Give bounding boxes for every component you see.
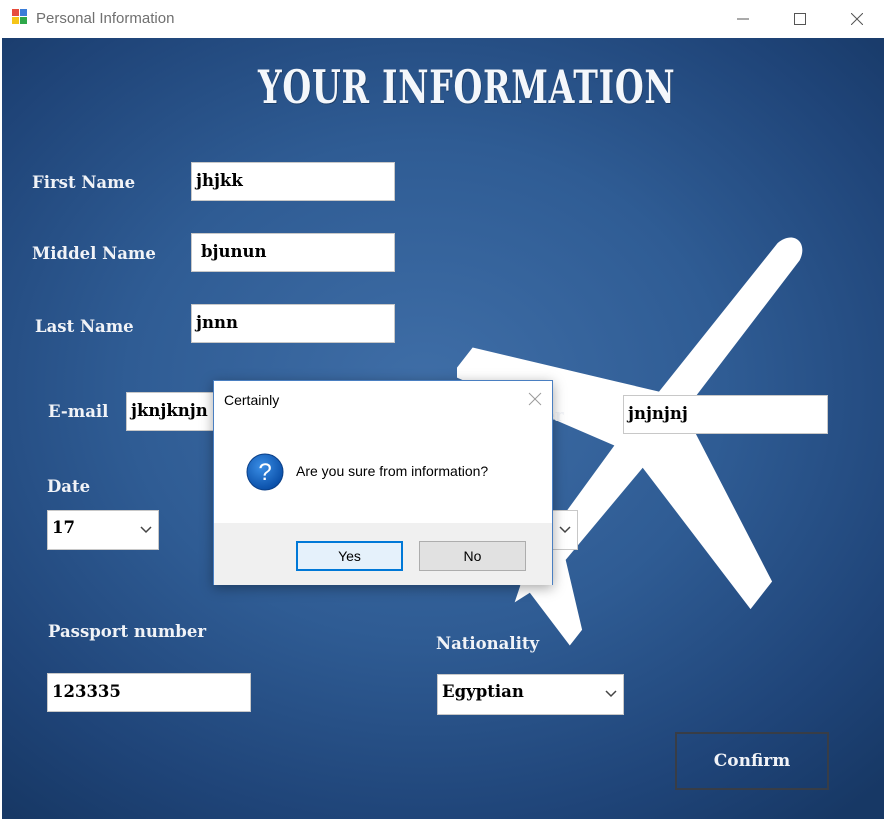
middle-name-input[interactable]: bjunun bbox=[191, 233, 395, 272]
nationality-value: Egyptian bbox=[442, 682, 524, 701]
nationality-select[interactable]: Egyptian bbox=[437, 674, 624, 715]
date-label: Date bbox=[47, 477, 91, 496]
app-icon bbox=[12, 9, 30, 27]
passport-number-label: Passport number bbox=[48, 622, 207, 641]
passport-number-input[interactable]: 123335 bbox=[47, 673, 251, 712]
date-day-value: 17 bbox=[52, 518, 75, 537]
confirm-button[interactable]: Confirm bbox=[675, 732, 829, 790]
email-label: E-mail bbox=[48, 402, 109, 421]
phone-number-input[interactable]: jnjnjnj bbox=[623, 395, 828, 434]
close-button[interactable] bbox=[834, 0, 880, 38]
dialog-title: Certainly bbox=[224, 392, 280, 408]
chevron-down-icon bbox=[605, 690, 617, 698]
minimize-button[interactable] bbox=[720, 0, 766, 38]
maximize-button[interactable] bbox=[777, 0, 823, 38]
first-name-input[interactable]: jhjkk bbox=[191, 162, 395, 201]
first-name-label: First Name bbox=[32, 173, 136, 192]
page-title: YOUR INFORMATION bbox=[258, 60, 676, 114]
middle-name-label: Middel Name bbox=[32, 244, 156, 263]
dialog-button-bar: Yes No bbox=[214, 523, 552, 585]
maximize-icon bbox=[794, 13, 806, 25]
svg-text:?: ? bbox=[258, 459, 271, 486]
window-titlebar: Personal Information bbox=[0, 0, 886, 38]
yes-button[interactable]: Yes bbox=[296, 541, 403, 571]
nationality-label: Nationality bbox=[436, 634, 540, 653]
last-name-label: Last Name bbox=[35, 317, 134, 336]
last-name-input[interactable]: jnnn bbox=[191, 304, 395, 343]
email-input[interactable]: jknjknjn bbox=[126, 392, 226, 431]
confirmation-dialog: Certainly ? Are you sure from informatio… bbox=[213, 380, 553, 585]
question-icon: ? bbox=[246, 453, 284, 491]
dialog-message: Are you sure from information? bbox=[296, 463, 489, 479]
window-title: Personal Information bbox=[36, 10, 175, 27]
minimize-icon bbox=[737, 18, 749, 20]
no-button[interactable]: No bbox=[419, 541, 526, 571]
chevron-down-icon bbox=[140, 526, 152, 534]
dialog-close-icon[interactable] bbox=[528, 392, 542, 406]
chevron-down-icon bbox=[559, 526, 571, 534]
date-day-select[interactable]: 17 bbox=[47, 510, 159, 550]
close-icon bbox=[851, 13, 863, 25]
